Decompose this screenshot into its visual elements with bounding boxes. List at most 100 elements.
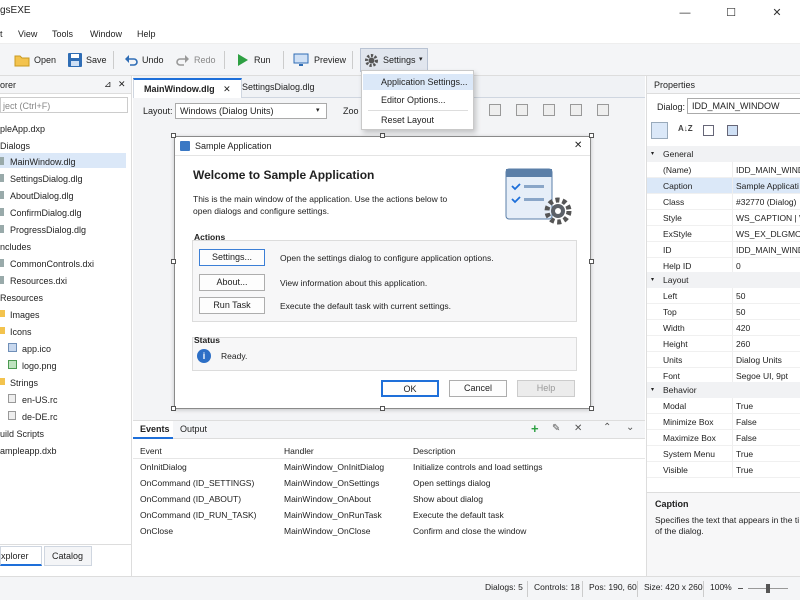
preview-button[interactable]: Preview: [292, 48, 346, 72]
maximize-icon[interactable]: ☐: [708, 0, 754, 26]
menu-view[interactable]: View: [18, 29, 37, 39]
resize-handle[interactable]: [589, 259, 594, 264]
property-row[interactable]: StyleWS_CAPTION | WS_: [647, 210, 800, 226]
property-row[interactable]: IDIDD_MAIN_WINDO: [647, 242, 800, 258]
property-row-selected[interactable]: Caption Sample Applicati: [647, 178, 800, 194]
property-row[interactable]: Visible True: [647, 462, 800, 478]
tree-file-mainwindow[interactable]: MainWindow.dlg: [10, 157, 76, 167]
menu-tools[interactable]: Tools: [52, 29, 73, 39]
tree-file-settingsdialog[interactable]: SettingsDialog.dlg: [10, 174, 83, 184]
tree-folder-resources[interactable]: Resources: [0, 293, 43, 303]
tab-catalog[interactable]: Catalog: [44, 546, 92, 566]
move-down-icon[interactable]: ⌄: [626, 422, 634, 433]
ok-button[interactable]: OK: [381, 380, 439, 397]
search-input[interactable]: ject (Ctrl+F): [3, 101, 50, 111]
zoom-slider-handle[interactable]: [766, 584, 770, 593]
align-top-icon[interactable]: [570, 104, 582, 116]
tab-explorer[interactable]: xplorer: [0, 546, 42, 566]
tree-project[interactable]: pleApp.dxp: [0, 124, 45, 134]
tree-folder-includes[interactable]: ncludes: [0, 242, 31, 252]
resize-handle[interactable]: [380, 406, 385, 411]
tab-mainwindow[interactable]: MainWindow.dlg ✕: [133, 78, 242, 98]
property-row[interactable]: ExStyleWS_EX_DLGMODA: [647, 226, 800, 242]
resize-handle[interactable]: [589, 133, 594, 138]
zoom-out-icon[interactable]: [738, 588, 743, 589]
tree-file-logo-png[interactable]: logo.png: [22, 361, 57, 371]
menu-file[interactable]: t: [0, 29, 3, 39]
property-row[interactable]: (Name)IDD_MAIN_WINDO: [647, 162, 800, 178]
resize-handle[interactable]: [171, 133, 176, 138]
tab-output[interactable]: Output: [173, 421, 213, 439]
resize-handle[interactable]: [589, 406, 594, 411]
tree-file-app-ico[interactable]: app.ico: [22, 344, 51, 354]
table-row[interactable]: OnCommand (ID_SETTINGS) MainWindow_OnSet…: [133, 475, 645, 491]
about-action-button[interactable]: About...: [199, 274, 265, 291]
tree-folder-build-scripts[interactable]: uild Scripts: [0, 429, 44, 439]
tree-folder-icons[interactable]: Icons: [10, 327, 32, 337]
tree-folder-strings[interactable]: Strings: [10, 378, 38, 388]
edit-icon[interactable]: ✎: [552, 423, 560, 434]
run-button[interactable]: Run: [236, 48, 272, 72]
category-behavior[interactable]: ▾ Behavior: [647, 382, 800, 398]
properties-icon[interactable]: [703, 125, 714, 136]
cancel-button[interactable]: Cancel: [449, 380, 507, 397]
tree-file-commoncontrols[interactable]: CommonControls.dxi: [10, 259, 94, 269]
open-button[interactable]: Open: [12, 48, 56, 72]
property-row[interactable]: Height 260: [647, 336, 800, 352]
save-button[interactable]: Save: [66, 48, 107, 72]
tree-file-en-us[interactable]: en-US.rc: [22, 395, 58, 405]
undo-button[interactable]: Undo: [122, 48, 164, 72]
resize-handle[interactable]: [171, 406, 176, 411]
redo-button[interactable]: Redo: [174, 48, 216, 72]
tree-file-de-de[interactable]: de-DE.rc: [22, 412, 58, 422]
align-left-icon[interactable]: [489, 104, 501, 116]
delete-icon[interactable]: ✕: [574, 423, 582, 434]
menu-application-settings[interactable]: Application Settings...: [363, 74, 473, 90]
resize-handle[interactable]: [171, 259, 176, 264]
tree-file-confirmdialog[interactable]: ConfirmDialog.dlg: [10, 208, 82, 218]
table-row[interactable]: OnCommand (ID_RUN_TASK) MainWindow_OnRun…: [133, 507, 645, 523]
tree-folder-dialogs[interactable]: Dialogs: [0, 141, 30, 151]
categorized-icon[interactable]: [651, 122, 668, 139]
preview-dialog[interactable]: Sample Application ✕ Welcome to Sample A…: [174, 136, 591, 409]
property-row[interactable]: Left 50: [647, 288, 800, 304]
property-row[interactable]: Modal True: [647, 398, 800, 414]
property-row[interactable]: Maximize Box False: [647, 430, 800, 446]
search-box[interactable]: ject (Ctrl+F): [0, 97, 128, 113]
tree-file-progressdialog[interactable]: ProgressDialog.dlg: [10, 225, 86, 235]
align-bottom-icon[interactable]: [597, 104, 609, 116]
category-general[interactable]: ▾ General: [647, 146, 800, 162]
menu-editor-options[interactable]: Editor Options...: [363, 92, 473, 108]
menu-window[interactable]: Window: [90, 29, 122, 39]
add-icon[interactable]: +: [531, 421, 539, 436]
pin-icon[interactable]: ⊿: [104, 79, 112, 90]
tree-file-resources[interactable]: Resources.dxi: [10, 276, 67, 286]
close-icon[interactable]: ✕: [754, 0, 800, 26]
close-icon[interactable]: ✕: [574, 140, 582, 151]
category-layout[interactable]: ▾ Layout: [647, 272, 800, 288]
tab-settingsdialog[interactable]: SettingsDialog.dlg: [232, 78, 325, 98]
align-right-icon[interactable]: [543, 104, 555, 116]
property-row[interactable]: Minimize Box False: [647, 414, 800, 430]
property-row[interactable]: Top 50: [647, 304, 800, 320]
layout-select[interactable]: Windows (Dialog Units) ▾: [175, 103, 327, 119]
run-task-action-button[interactable]: Run Task: [199, 297, 265, 314]
move-up-icon[interactable]: ⌃: [603, 422, 611, 433]
menu-help[interactable]: Help: [137, 29, 156, 39]
events-icon[interactable]: [727, 125, 738, 136]
property-row[interactable]: Units Dialog Units: [647, 352, 800, 368]
tab-events[interactable]: Events: [133, 421, 173, 439]
resize-handle[interactable]: [380, 133, 385, 138]
property-row[interactable]: System Menu True: [647, 446, 800, 462]
settings-button[interactable]: Settings ▾: [360, 48, 428, 72]
dialog-selector[interactable]: IDD_MAIN_WINDOW: [687, 98, 800, 114]
close-icon[interactable]: ✕: [118, 79, 126, 90]
tree-file-aboutdialog[interactable]: AboutDialog.dlg: [10, 191, 74, 201]
tree-file-sampleapp-dxb[interactable]: ampleapp.dxb: [0, 446, 57, 456]
tree-folder-images[interactable]: Images: [10, 310, 40, 320]
close-icon[interactable]: ✕: [223, 84, 231, 94]
table-row[interactable]: OnCommand (ID_ABOUT) MainWindow_OnAbout …: [133, 491, 645, 507]
minimize-icon[interactable]: —: [662, 0, 708, 26]
align-center-icon[interactable]: [516, 104, 528, 116]
property-row[interactable]: Class #32770 (Dialog): [647, 194, 800, 210]
